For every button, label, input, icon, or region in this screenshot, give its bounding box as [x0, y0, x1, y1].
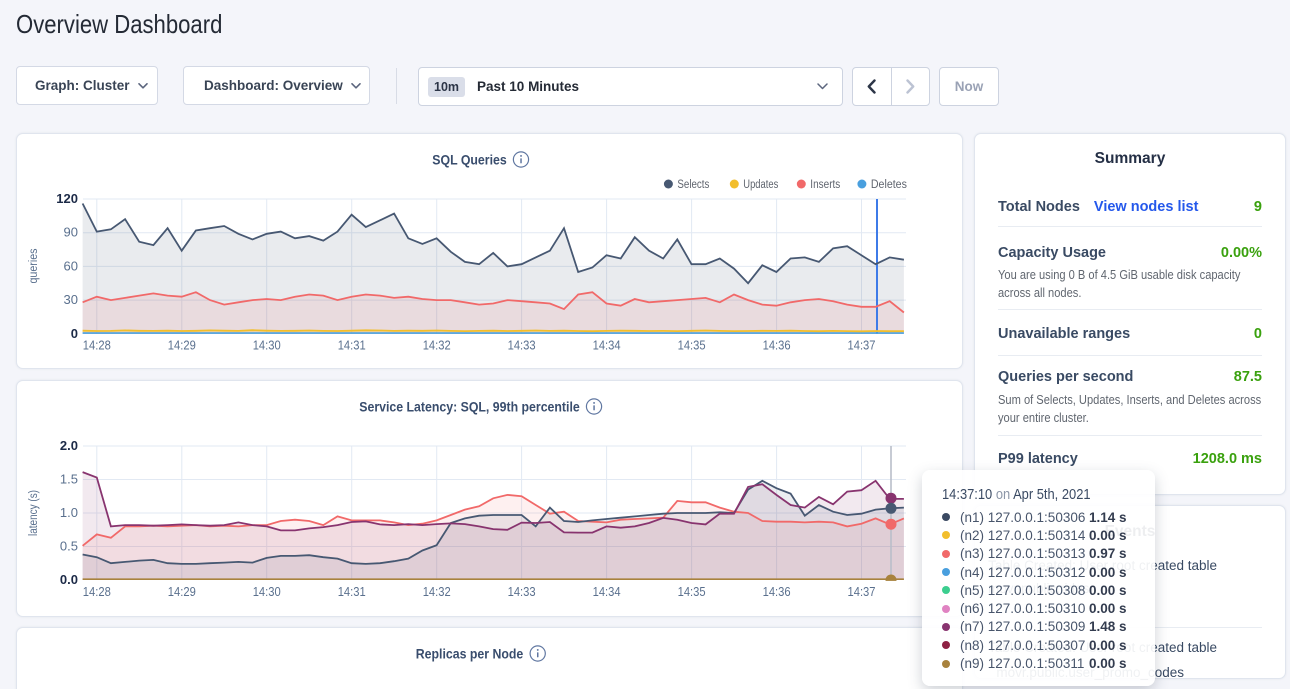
svg-text:0.5: 0.5 [60, 539, 78, 554]
svg-text:Inserts: Inserts [810, 179, 840, 191]
svg-text:0: 0 [71, 326, 78, 341]
svg-text:14:30: 14:30 [253, 339, 281, 353]
svg-text:Deletes: Deletes [871, 179, 907, 191]
svg-text:120: 120 [56, 191, 78, 206]
svg-text:90: 90 [64, 225, 78, 240]
svg-text:14:33: 14:33 [508, 339, 536, 353]
svg-text:14:31: 14:31 [338, 339, 366, 353]
svg-text:60: 60 [64, 258, 78, 273]
svg-text:14:34: 14:34 [593, 339, 621, 353]
svg-text:14:35: 14:35 [678, 339, 706, 353]
svg-text:14:35: 14:35 [678, 585, 706, 599]
svg-text:14:31: 14:31 [338, 585, 366, 599]
svg-text:14:32: 14:32 [423, 585, 451, 599]
svg-text:14:32: 14:32 [423, 339, 451, 353]
svg-text:14:34: 14:34 [593, 585, 621, 599]
svg-text:30: 30 [64, 292, 78, 307]
svg-text:Updates: Updates [743, 179, 778, 191]
svg-text:2.0: 2.0 [60, 438, 78, 453]
svg-text:14:30: 14:30 [253, 585, 281, 599]
svg-text:14:33: 14:33 [508, 585, 536, 599]
svg-text:latency (s): latency (s) [28, 490, 40, 536]
svg-text:14:28: 14:28 [83, 585, 111, 599]
svg-text:14:37: 14:37 [848, 339, 876, 353]
svg-text:queries: queries [28, 248, 40, 283]
svg-text:14:37: 14:37 [848, 585, 876, 599]
svg-text:1.5: 1.5 [60, 472, 78, 487]
svg-text:14:36: 14:36 [763, 339, 791, 353]
svg-text:14:29: 14:29 [168, 585, 196, 599]
svg-text:Selects: Selects [677, 179, 709, 191]
svg-text:14:29: 14:29 [168, 339, 196, 353]
svg-text:14:36: 14:36 [763, 585, 791, 599]
svg-text:14:28: 14:28 [83, 339, 111, 353]
svg-text:1.0: 1.0 [60, 505, 78, 520]
svg-text:0.0: 0.0 [60, 572, 78, 587]
